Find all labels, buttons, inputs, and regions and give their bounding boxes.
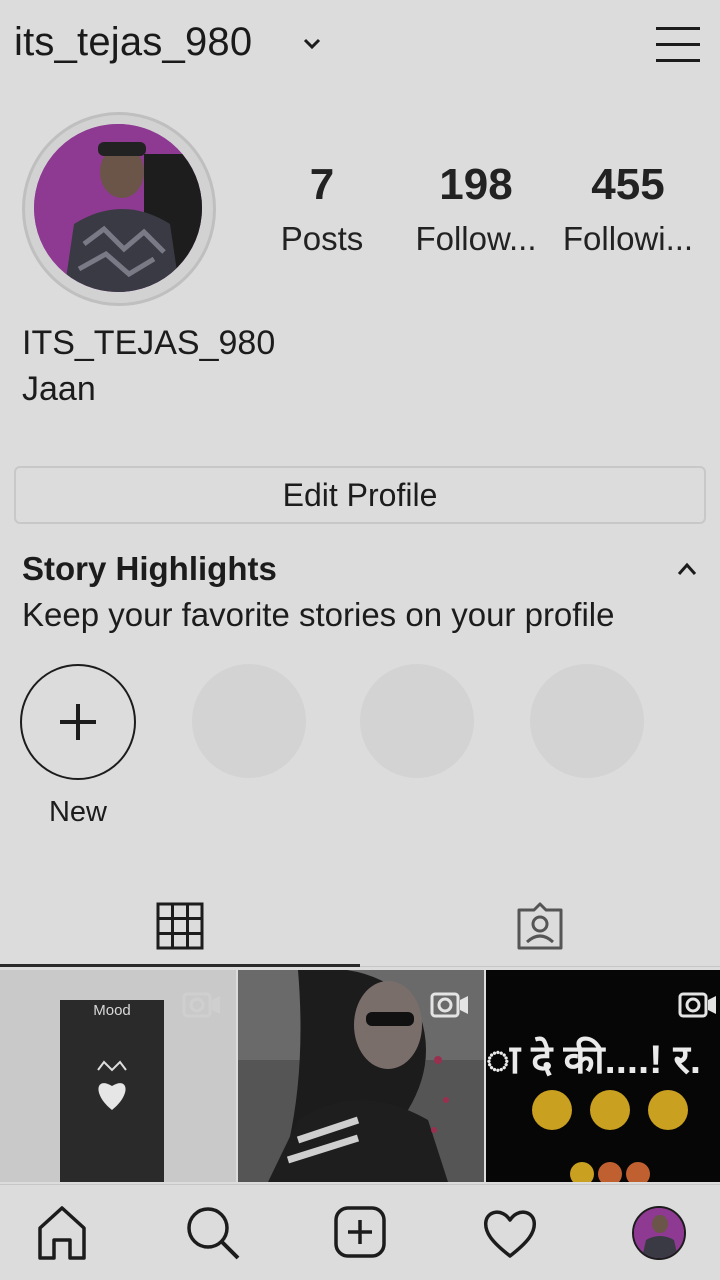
posts-label: Posts [280,220,364,257]
post-caption: Mood [93,1002,131,1019]
following-value: 455 [591,160,665,209]
followers-label: Follow... [415,220,537,257]
edit-profile-button[interactable]: Edit Profile [14,466,706,524]
video-icon [182,992,220,1018]
video-icon [678,992,716,1018]
following-label: Followi... [562,220,694,257]
menu-icon[interactable] [654,24,702,66]
post-thumbnail[interactable]: ा दे की....! र. [486,970,720,1182]
chevron-up-icon[interactable] [676,560,698,578]
search-icon[interactable] [180,1200,244,1264]
new-highlight-button[interactable] [20,664,136,780]
profile-avatar[interactable] [632,1206,686,1260]
posts-count: 7 Posts [252,160,392,258]
story-highlights-title: Story Highlights [22,550,277,587]
followers-count[interactable]: 198 Follow... [406,160,546,258]
bio: Jaan [22,370,96,408]
plus-icon [60,704,96,740]
tagged-icon [517,902,563,950]
following-count[interactable]: 455 Followi... [558,160,698,258]
followers-value: 198 [439,160,513,209]
new-highlight-label: New [48,796,107,828]
avatar[interactable] [34,124,202,292]
highlight-placeholder [530,664,644,778]
profile-header: its_tejas_980 [0,0,720,96]
avatar-photo [34,124,202,292]
account-switcher[interactable]: its_tejas_980 [14,20,252,65]
story-highlights-subtitle: Keep your favorite stories on your profi… [22,596,615,633]
heart-icon[interactable] [478,1200,542,1264]
home-icon[interactable] [30,1200,94,1264]
tab-grid[interactable] [0,884,360,968]
posts-value: 7 [309,160,335,209]
tab-tagged[interactable] [360,884,720,968]
active-tab-indicator [0,964,360,967]
add-post-icon[interactable] [328,1200,392,1264]
post-thumbnail[interactable]: Mood [0,970,236,1182]
video-icon [430,992,468,1018]
grid-icon [156,902,204,950]
highlight-placeholder [192,664,306,778]
post-thumbnail[interactable] [238,970,484,1182]
chevron-down-icon[interactable] [302,36,322,52]
highlight-placeholder [360,664,474,778]
profile-avatar-photo [634,1208,684,1258]
display-name: ITS_TEJAS_980 [22,324,276,362]
